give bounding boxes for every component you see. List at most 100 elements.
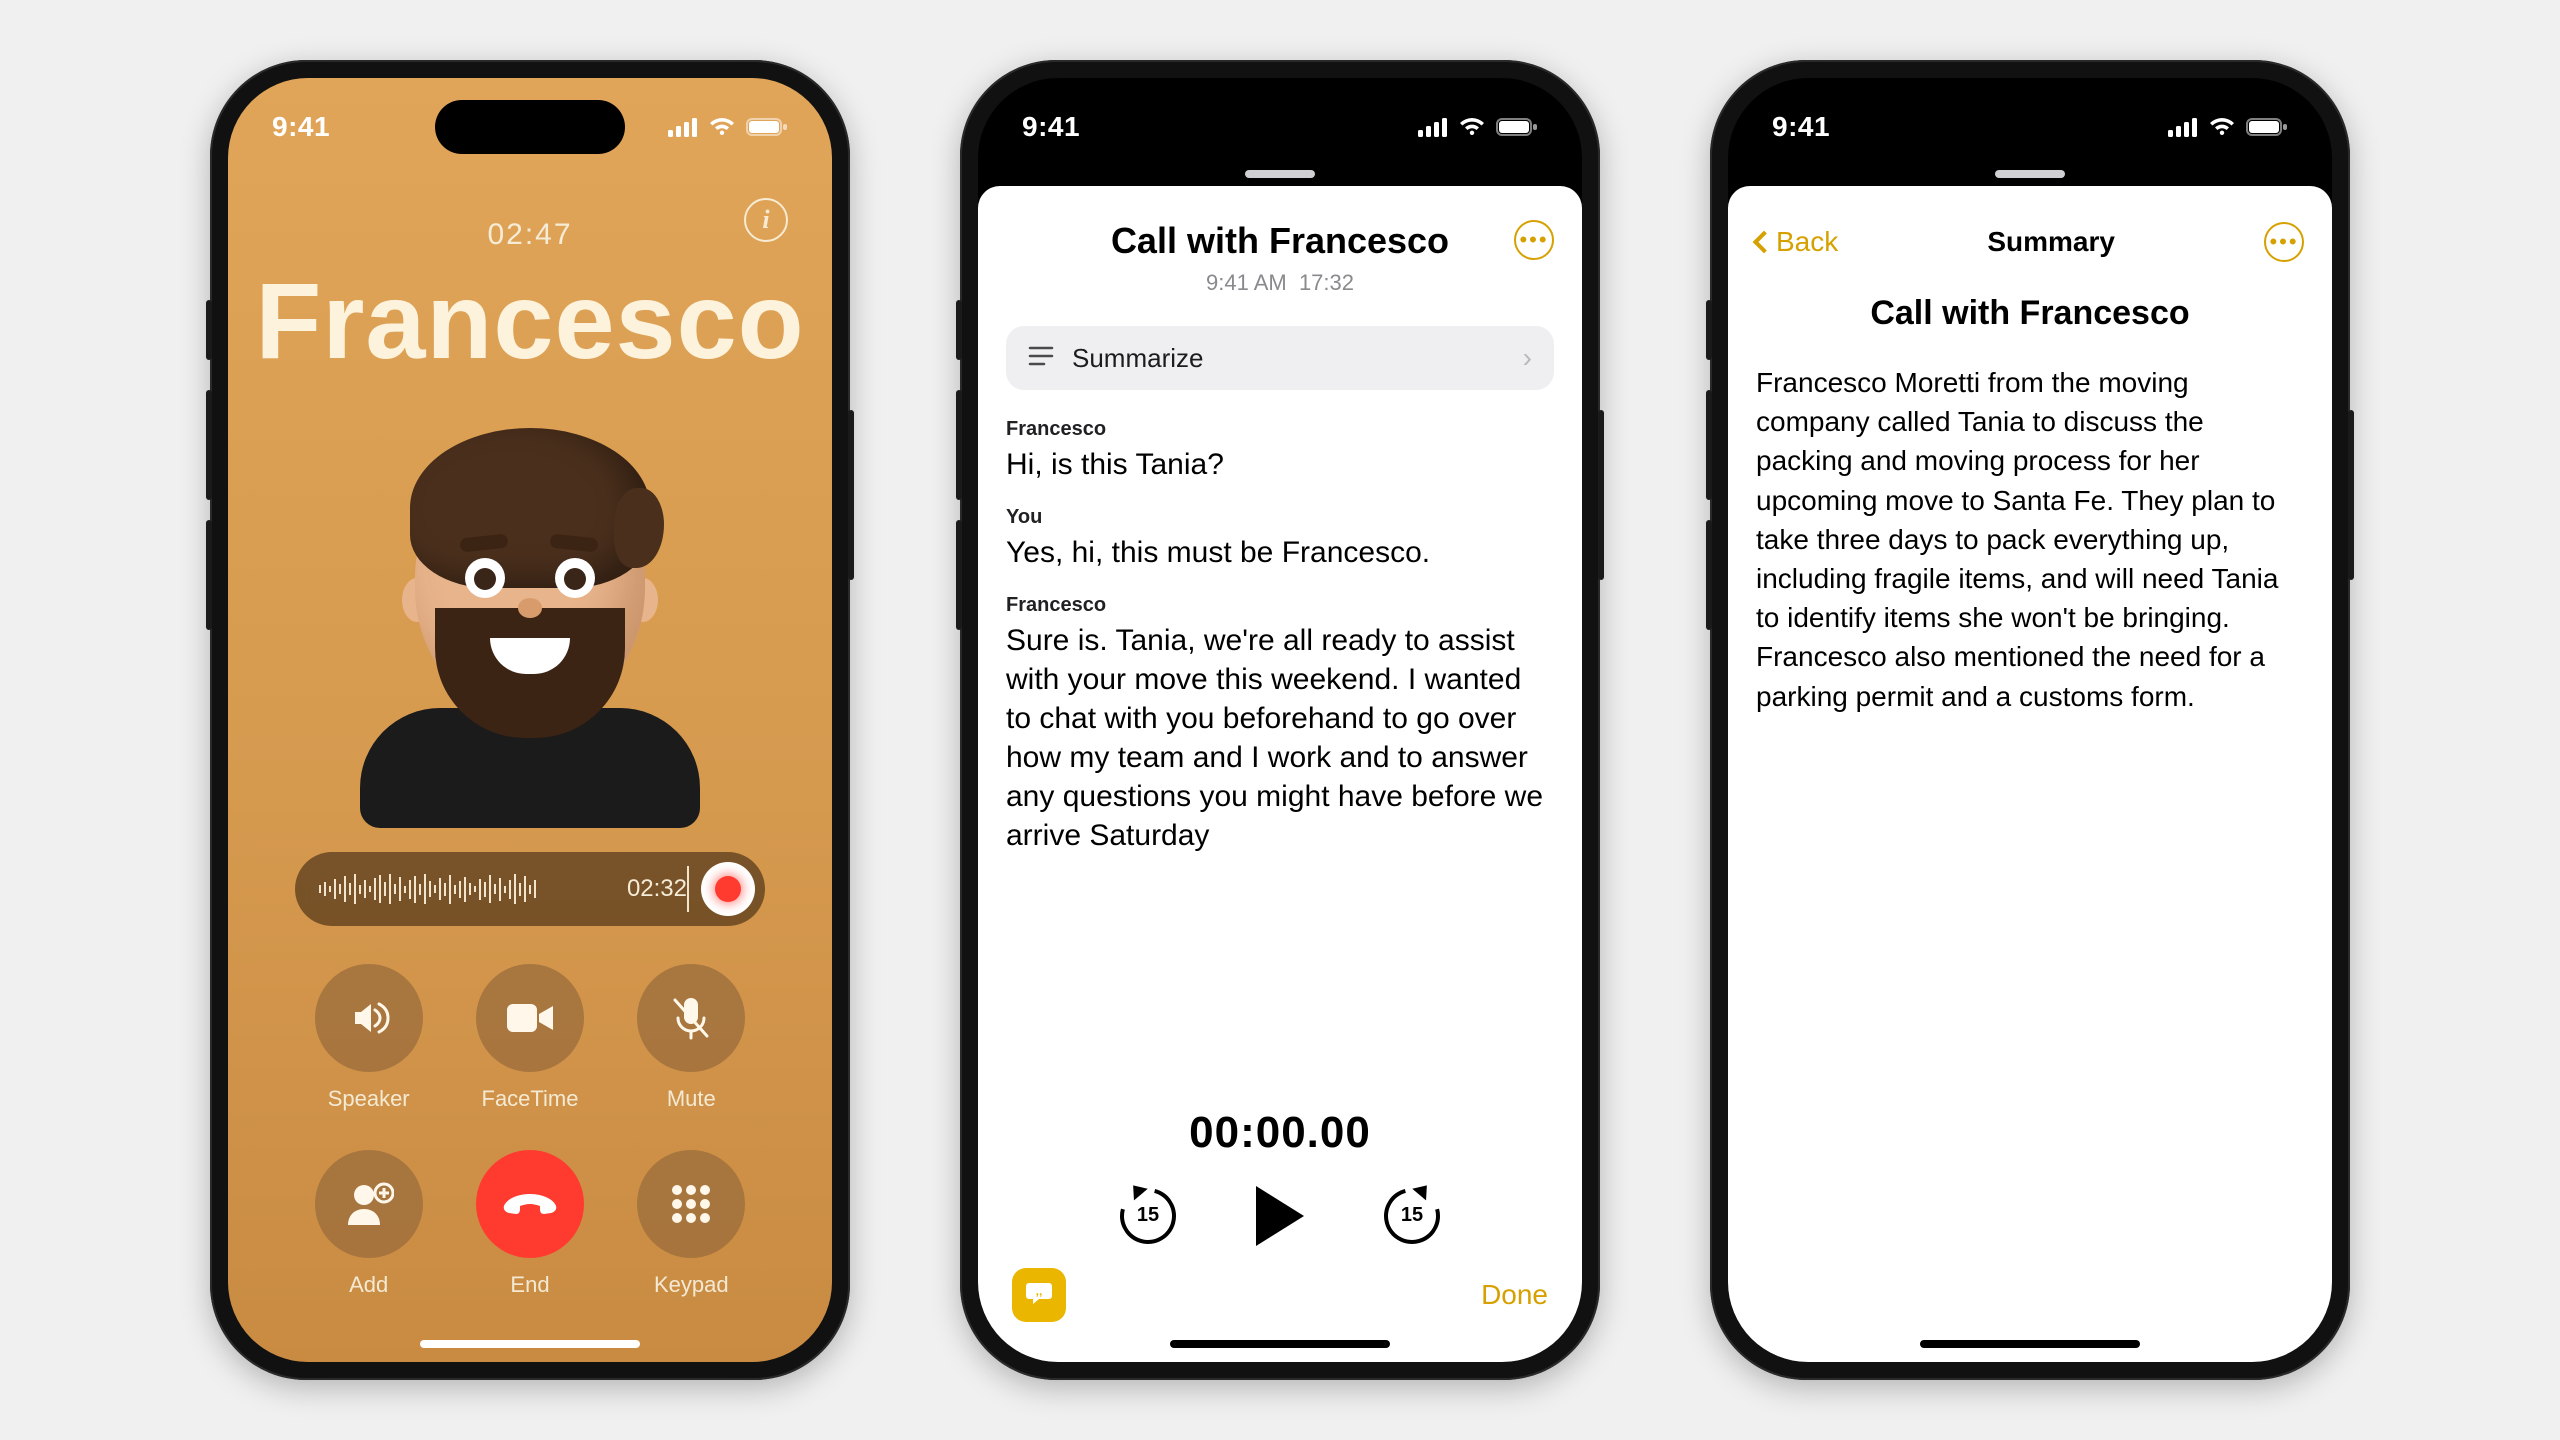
battery-icon — [746, 117, 788, 137]
record-icon — [715, 876, 741, 902]
transcript-text: Hi, is this Tania? — [1006, 445, 1554, 484]
volume-up-button[interactable] — [206, 300, 212, 360]
transcript-text: Yes, hi, this must be Francesco. — [1006, 533, 1554, 572]
volume-down-button[interactable] — [206, 390, 212, 500]
transcript-speaker: Francesco — [1006, 594, 1554, 617]
fade-overlay — [1006, 1018, 1554, 1088]
end-label: End — [510, 1272, 549, 1298]
phone-transcript-screen: 9:41 ••• Call with Francesco 9:41 AM 17:… — [960, 60, 1600, 1380]
sheet-grabber[interactable] — [978, 170, 1582, 178]
recording-elapsed: 02:32 — [627, 875, 687, 903]
summarize-button[interactable]: Summarize › — [1006, 326, 1554, 390]
home-indicator[interactable] — [1920, 1340, 2140, 1348]
wifi-icon — [2208, 117, 2236, 137]
phone-call-screen: 9:41 i 02 — [210, 60, 850, 1380]
transcript-sheet: ••• Call with Francesco 9:41 AM 17:32 Su… — [978, 186, 1582, 1362]
phone-summary-screen: 9:41 Back Summary — [1710, 60, 2350, 1380]
facetime-button[interactable]: FaceTime — [449, 964, 610, 1112]
action-button[interactable] — [1706, 520, 1712, 630]
more-icon: ••• — [1519, 227, 1548, 253]
battery-icon — [2246, 117, 2288, 137]
volume-down-button[interactable] — [956, 390, 962, 500]
chevron-left-icon — [1753, 231, 1776, 254]
transcript-title: Call with Francesco — [1006, 220, 1554, 262]
mute-label: Mute — [667, 1086, 716, 1112]
power-button[interactable] — [1598, 410, 1604, 580]
call-duration: 02:47 — [228, 218, 832, 252]
playback-time: 00:00.00 — [1006, 1108, 1554, 1158]
volume-up-button[interactable] — [956, 300, 962, 360]
transcript-speaker: You — [1006, 506, 1554, 529]
summary-body: Francesco Moretti from the moving compan… — [1756, 363, 2304, 716]
speaker-button[interactable]: Speaker — [288, 964, 449, 1112]
nav-title: Summary — [1987, 226, 2115, 258]
cellular-signal-icon — [1418, 117, 1448, 137]
power-button[interactable] — [848, 410, 854, 580]
recording-bar: 02:32 — [295, 852, 765, 926]
action-button[interactable] — [956, 520, 962, 630]
skip-seconds-label: 15 — [1384, 1204, 1440, 1227]
stop-recording-button[interactable] — [701, 862, 755, 916]
wifi-icon — [708, 117, 736, 137]
sheet-grabber[interactable] — [1728, 170, 2332, 178]
battery-icon — [1496, 117, 1538, 137]
home-indicator[interactable] — [1170, 1340, 1390, 1348]
transcript-subtitle: 9:41 AM 17:32 — [1006, 270, 1554, 296]
status-time: 9:41 — [1022, 111, 1080, 143]
home-indicator[interactable] — [420, 1340, 640, 1348]
summarize-label: Summarize — [1072, 343, 1505, 374]
end-call-icon — [502, 1192, 558, 1216]
done-button[interactable]: Done — [1481, 1279, 1548, 1311]
summarize-icon — [1028, 345, 1054, 372]
skip-seconds-label: 15 — [1120, 1204, 1176, 1227]
mute-button[interactable]: Mute — [611, 964, 772, 1112]
cellular-signal-icon — [668, 117, 698, 137]
wifi-icon — [1458, 117, 1486, 137]
speaker-label: Speaker — [328, 1086, 410, 1112]
quote-icon: ,, — [1025, 1281, 1053, 1310]
quote-button[interactable]: ,, — [1012, 1268, 1066, 1322]
play-button[interactable] — [1256, 1186, 1304, 1246]
more-options-button[interactable]: ••• — [1514, 220, 1554, 260]
dynamic-island[interactable] — [1935, 100, 2125, 154]
transcript-entry: Francesco Hi, is this Tania? — [1006, 418, 1554, 484]
chevron-right-icon: › — [1523, 342, 1532, 374]
dynamic-island[interactable] — [435, 100, 625, 154]
skip-back-15-button[interactable]: 15 — [1120, 1188, 1176, 1244]
mute-icon — [669, 994, 713, 1042]
add-call-button[interactable]: Add — [288, 1150, 449, 1298]
volume-down-button[interactable] — [1706, 390, 1712, 500]
status-time: 9:41 — [1772, 111, 1830, 143]
keypad-button[interactable]: Keypad — [611, 1150, 772, 1298]
cellular-signal-icon — [2168, 117, 2198, 137]
transcript-speaker: Francesco — [1006, 418, 1554, 441]
power-button[interactable] — [2348, 410, 2354, 580]
volume-up-button[interactable] — [1706, 300, 1712, 360]
keypad-label: Keypad — [654, 1272, 729, 1298]
facetime-label: FaceTime — [482, 1086, 579, 1112]
video-icon — [505, 1000, 555, 1036]
transcript-duration: 17:32 — [1299, 270, 1354, 295]
transcript-entry: Francesco Sure is. Tania, we're all read… — [1006, 594, 1554, 855]
playback-controls: 00:00.00 15 15 — [1006, 1088, 1554, 1252]
action-button[interactable] — [206, 520, 212, 630]
summary-heading: Call with Francesco — [1756, 294, 2304, 333]
summary-sheet: Back Summary ••• Call with Francesco Fra… — [1728, 186, 2332, 1362]
keypad-icon — [669, 1182, 713, 1226]
transcript-entry: You Yes, hi, this must be Francesco. — [1006, 506, 1554, 572]
add-label: Add — [349, 1272, 388, 1298]
dynamic-island[interactable] — [1185, 100, 1375, 154]
waveform — [319, 874, 619, 904]
end-call-button[interactable]: End — [449, 1150, 610, 1298]
back-button[interactable]: Back — [1756, 226, 1838, 258]
back-label: Back — [1776, 226, 1838, 258]
more-icon: ••• — [2269, 229, 2298, 255]
more-options-button[interactable]: ••• — [2264, 222, 2304, 262]
add-person-icon — [344, 1181, 394, 1227]
status-time: 9:41 — [272, 111, 330, 143]
caller-name: Francesco — [228, 258, 832, 383]
transcript-start-time: 9:41 AM — [1206, 270, 1287, 295]
transcript-scroll[interactable]: Francesco Hi, is this Tania? You Yes, hi… — [1006, 418, 1554, 1088]
skip-forward-15-button[interactable]: 15 — [1384, 1188, 1440, 1244]
speaker-icon — [345, 994, 393, 1042]
